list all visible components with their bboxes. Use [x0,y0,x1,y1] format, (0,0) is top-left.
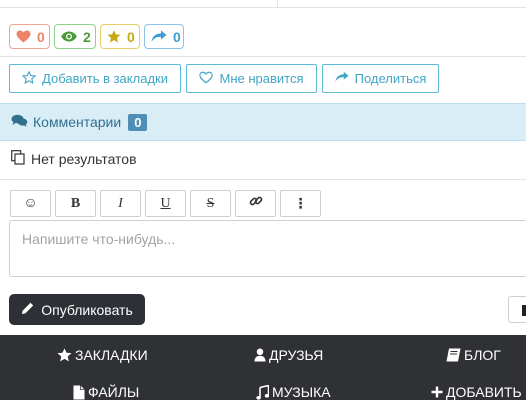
block-icon [522,305,526,316]
likes-count: 0 [37,28,45,45]
comments-icon [11,114,28,130]
share-label: Поделиться [354,71,427,86]
star-icon [57,348,72,362]
comment-input[interactable] [9,220,526,277]
divider [0,56,526,57]
strikethrough-button[interactable]: S [190,190,231,217]
footer-link-add[interactable]: ДОБАВИТЬ [431,384,522,400]
copy-icon [11,150,25,168]
star-outline-icon [21,70,37,87]
bold-button[interactable]: B [55,190,96,217]
italic-button[interactable]: I [100,190,141,217]
book-icon [446,348,461,362]
footer-link-friends[interactable]: ДРУЗЬЯ [254,347,323,363]
share-arrow-icon [151,30,167,43]
likes-counter[interactable]: 0 [9,24,50,49]
footer-link-label: ЗАКЛАДКИ [75,347,148,363]
user-icon [254,348,266,362]
like-label: Мне нравится [219,71,304,86]
eye-icon [61,31,77,42]
add-bookmark-label: Добавить в закладки [42,71,168,86]
link-button[interactable] [235,190,276,217]
italic-icon: I [118,195,123,211]
footer-link-music[interactable]: МУЗЫКА [256,384,331,400]
footer-link-label: ФАЙЛЫ [88,384,140,400]
divider [0,179,526,180]
pencil-icon [21,302,34,318]
top-divider [277,0,278,8]
side-button[interactable] [508,296,526,323]
views-count: 2 [83,28,91,45]
top-strip [0,0,526,8]
stats-row: 0 2 0 0 [9,24,184,49]
link-icon [249,194,263,213]
like-button[interactable]: Мне нравится [186,64,317,93]
footer-link-label: ДОБАВИТЬ [446,384,522,400]
underline-button[interactable]: U [145,190,186,217]
bold-icon: B [70,195,81,211]
comments-title: Комментарии [33,114,122,130]
shares-count: 0 [173,28,181,45]
shares-counter[interactable]: 0 [144,24,184,49]
heart-icon [16,30,31,43]
page: 0 2 0 0 Добавить в закладки Мне нравится… [0,0,526,400]
stars-count: 0 [127,28,135,45]
no-results-text: Нет результатов [31,151,137,167]
empty-state: Нет результатов [11,150,137,168]
emoji-button[interactable]: ☺ [10,190,51,217]
more-button[interactable]: ⋮ [280,190,321,217]
add-bookmark-button[interactable]: Добавить в закладки [9,64,181,93]
strikethrough-icon: S [206,195,215,211]
share-button[interactable]: Поделиться [322,64,439,93]
editor-toolbar: ☺ B I U S ⋮ [10,190,321,217]
star-icon [107,30,121,43]
footer-link-files[interactable]: ФАЙЛЫ [73,384,139,400]
footer-link-label: ДРУЗЬЯ [269,347,324,363]
views-counter[interactable]: 2 [54,24,96,49]
stars-counter[interactable]: 0 [100,24,140,49]
music-icon [256,384,269,400]
smiley-icon: ☺ [23,195,38,211]
publish-label: Опубликовать [41,301,133,318]
comments-header: Комментарии 0 [0,103,526,141]
underline-icon: U [160,195,171,211]
more-vertical-icon: ⋮ [293,195,308,212]
footer-link-blog[interactable]: БЛОГ [446,347,501,363]
comments-count-badge: 0 [128,113,148,131]
heart-outline-icon [199,71,214,87]
file-icon [73,385,85,400]
publish-button[interactable]: Опубликовать [9,294,145,325]
actions-row: Добавить в закладки Мне нравится Поделит… [9,64,439,93]
footer-link-bookmarks[interactable]: ЗАКЛАДКИ [57,347,148,363]
footer-link-label: БЛОГ [464,347,501,363]
footer-nav: ЗАКЛАДКИ ДРУЗЬЯ БЛОГ ФАЙЛЫ МУЗЫКА ДОБАВИ… [0,335,526,400]
share-arrow-icon [335,71,349,86]
footer-link-label: МУЗЫКА [272,384,331,400]
plus-icon [431,386,443,398]
